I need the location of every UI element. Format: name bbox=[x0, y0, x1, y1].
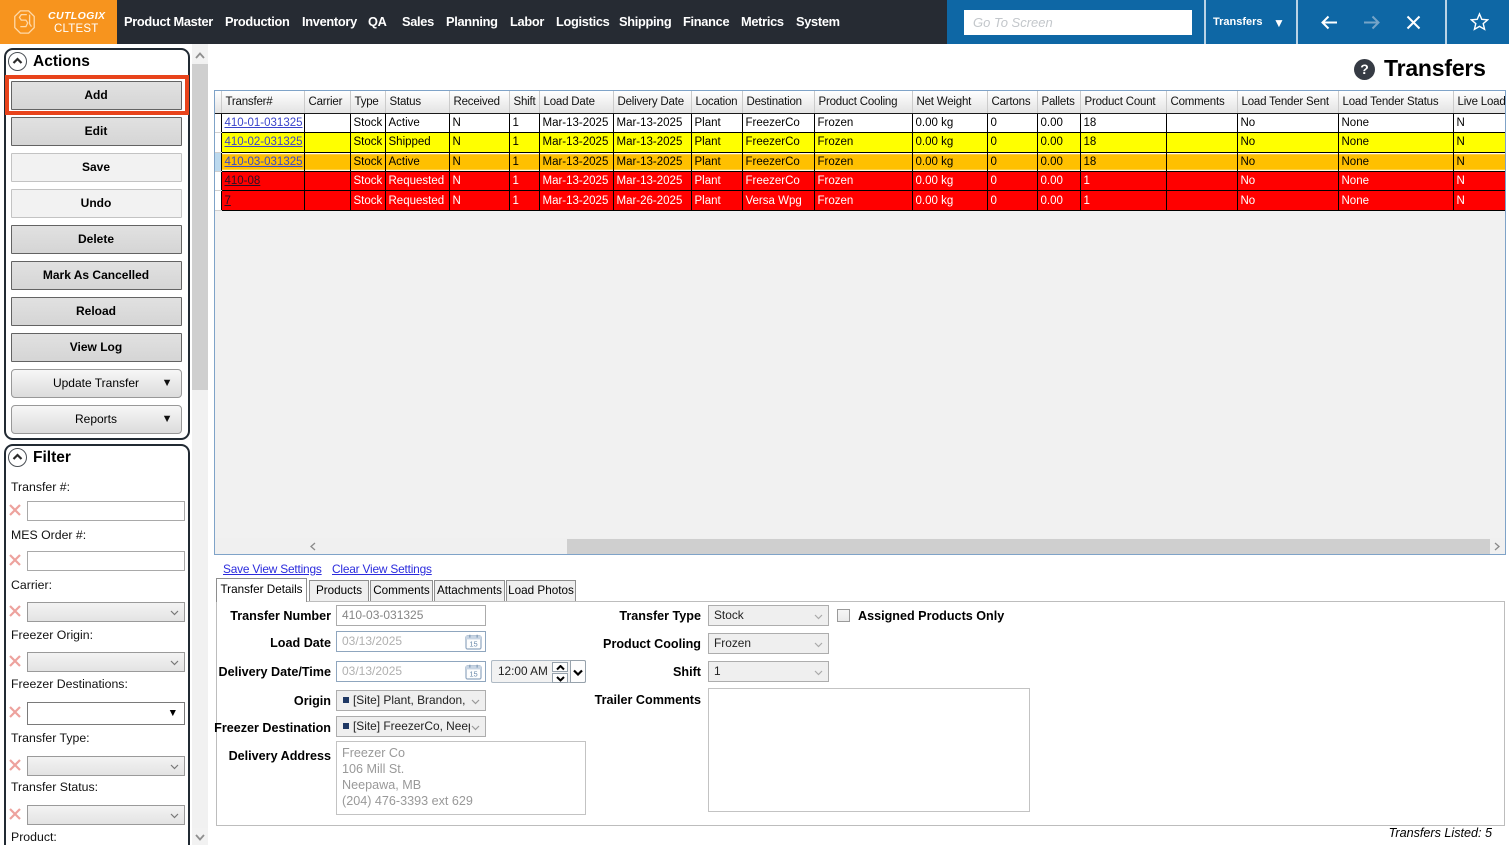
svg-text:15: 15 bbox=[469, 640, 477, 649]
svg-text:15: 15 bbox=[469, 670, 477, 679]
